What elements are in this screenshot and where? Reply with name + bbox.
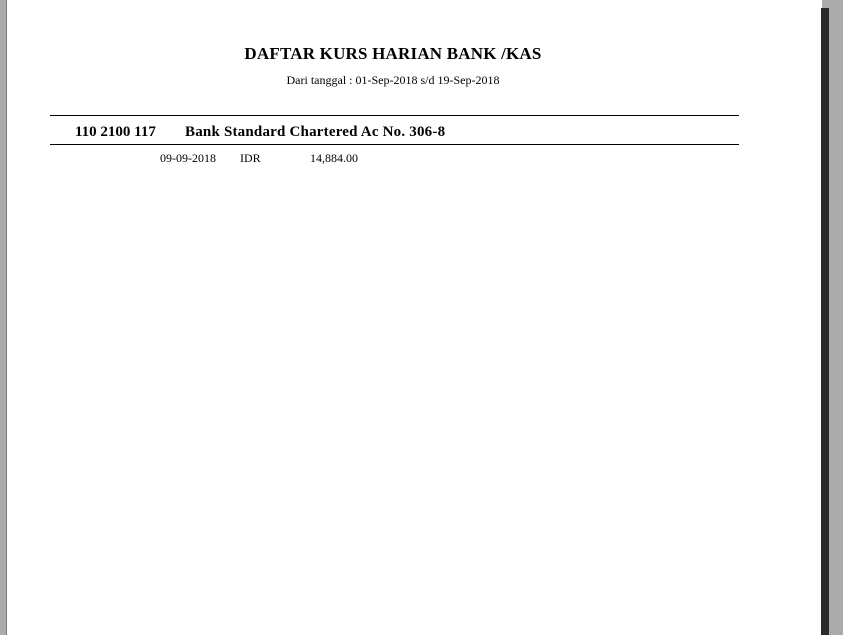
report-title: DAFTAR KURS HARIAN BANK /KAS [244,44,542,63]
report-page: DAFTAR KURS HARIAN BANK /KAS Dari tangga… [6,0,822,635]
account-code: 110 2100 117 [75,124,156,140]
account-header: 110 2100 117 Bank Standard Chartered Ac … [7,124,779,142]
rate-row: 09-09-2018 IDR 14,884.00 [7,151,779,165]
page-shadow [821,8,829,635]
header-divider-bottom [50,144,739,145]
report-date-range: Dari tanggal : 01-Sep-2018 s/d 19-Sep-20… [286,73,500,87]
header-divider-top [50,115,739,116]
report-viewer: DAFTAR KURS HARIAN BANK /KAS Dari tangga… [0,0,843,635]
rate-date: 09-09-2018 [160,151,216,165]
account-name: Bank Standard Chartered Ac No. 306-8 [185,124,446,140]
rate-currency: IDR [240,151,261,165]
rate-value: 14,884.00 [310,151,358,165]
